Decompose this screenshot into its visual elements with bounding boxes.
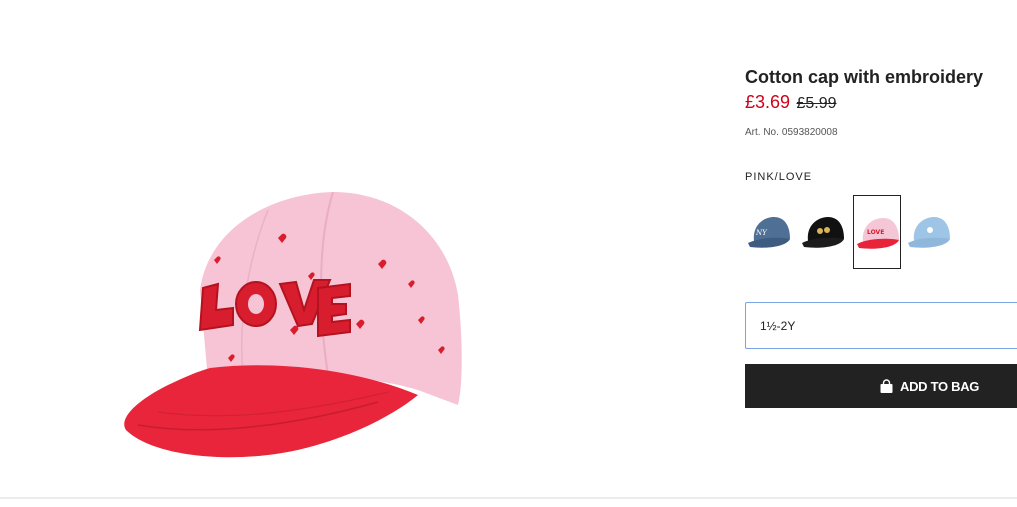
product-page: Cotton cap with embroidery £3.69 £5.99 A… bbox=[0, 0, 1017, 507]
article-number-label: Art. No. bbox=[745, 127, 779, 138]
svg-text:NY: NY bbox=[755, 229, 768, 237]
shopping-bag-icon bbox=[880, 378, 893, 393]
sale-price: £3.69 bbox=[745, 92, 791, 112]
add-to-bag-label: ADD TO BAG bbox=[900, 378, 980, 394]
product-image bbox=[0, 0, 745, 497]
svg-text:LOVE: LOVE bbox=[867, 229, 884, 236]
price-row: £3.69 £5.99 bbox=[745, 92, 1017, 116]
cap-thumbnail-icon bbox=[802, 217, 844, 248]
product-title: Cotton cap with embroidery bbox=[745, 67, 984, 87]
selected-color-label: PINK/LOVE bbox=[745, 171, 813, 183]
cap-thumbnail-icon bbox=[908, 217, 950, 248]
cap-thumbnail-icon: LOVE bbox=[857, 218, 899, 249]
color-swatch-black[interactable] bbox=[799, 195, 847, 269]
cap-thumbnail-icon: NY bbox=[748, 217, 790, 248]
add-to-bag-button[interactable]: ADD TO BAG bbox=[745, 364, 1017, 408]
color-swatches: NY LOVE bbox=[745, 195, 1017, 271]
color-swatch-light-blue[interactable] bbox=[905, 195, 953, 269]
article-number: Art. No. 0593820008 bbox=[745, 127, 1017, 138]
article-number-value: 0593820008 bbox=[781, 127, 838, 138]
color-swatch-blue[interactable]: NY bbox=[745, 195, 793, 269]
footer-divider bbox=[0, 497, 1017, 499]
product-info: Cotton cap with embroidery £3.69 £5.99 A… bbox=[745, 66, 1017, 271]
original-price: £5.99 bbox=[796, 95, 837, 112]
size-select[interactable]: 1½-2Y bbox=[745, 302, 1017, 349]
cap-photo bbox=[124, 191, 462, 458]
color-swatch-pink-love[interactable]: LOVE bbox=[853, 195, 901, 269]
